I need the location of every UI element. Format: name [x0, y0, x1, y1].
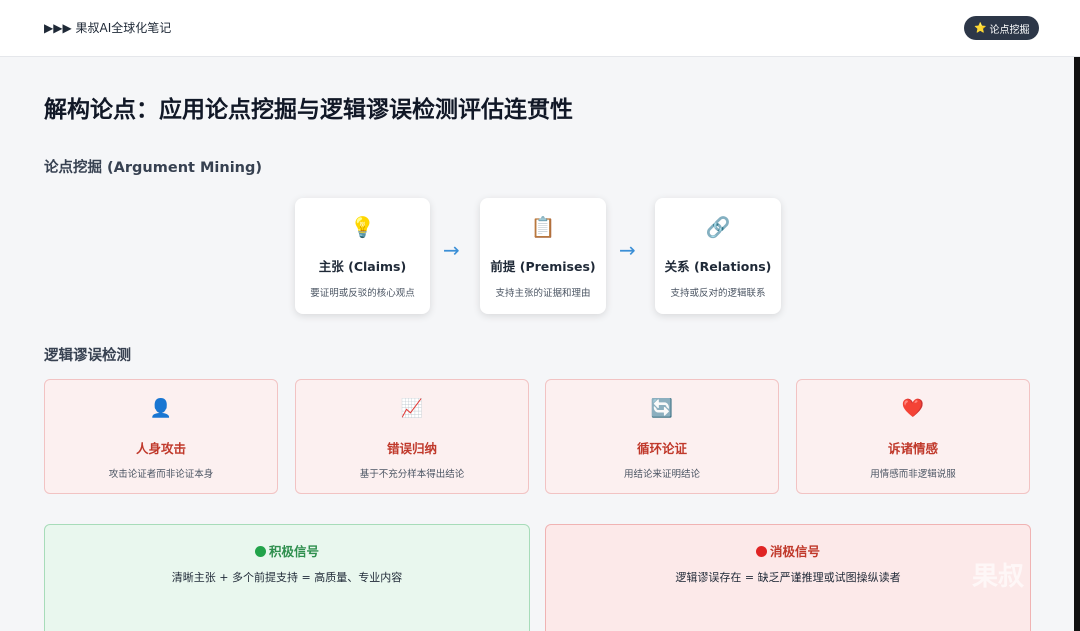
brand-title: ▶▶▶ 果叔AI全球化笔记 [44, 21, 172, 35]
heart-icon: ❤️ [901, 398, 925, 419]
argument-mining-pill-button[interactable]: ⭐ 论点挖掘 [964, 16, 1040, 40]
fallacy-card-ad-hominem: 👤 人身攻击 攻击论证者而非论证本身 [44, 379, 278, 494]
negative-signal-card: 消极信号 逻辑谬误存在 = 缺乏严谨推理或试图操纵读者 [545, 524, 1031, 631]
claims-card: 💡 主张 (Claims) 要证明或反驳的核心观点 [295, 198, 430, 314]
watermark: 果叔 [972, 562, 1025, 592]
fallacy-card-appeal-to-emotion: ❤️ 诉诸情感 用情感而非逻辑说服 [796, 379, 1030, 494]
arrow-right-icon: → [443, 238, 460, 262]
negative-signal-label: 消极信号 [769, 544, 820, 559]
negative-signal-text: 逻辑谬误存在 = 缺乏严谨推理或试图操纵读者 [675, 571, 901, 584]
pill-label: 论点挖掘 [989, 24, 1030, 36]
chart-up-icon: 📈 [400, 398, 424, 419]
clipboard-icon: 📋 [530, 215, 556, 239]
claims-title: 主张 (Claims) [318, 259, 407, 274]
page-title: 解构论点：应用论点挖掘与逻辑谬误检测评估连贯性 [44, 97, 573, 123]
fallacy-title: 人身攻击 [135, 441, 186, 456]
premises-card: 📋 前提 (Premises) 支持主张的证据和理由 [480, 198, 606, 314]
fallacy-card-hasty-generalization: 📈 错误归纳 基于不充分样本得出结论 [295, 379, 529, 494]
positive-signal-card: 积极信号 清晰主张 + 多个前提支持 = 高质量、专业内容 [44, 524, 530, 631]
premises-desc: 支持主张的证据和理由 [495, 288, 591, 299]
positive-signal-label: 积极信号 [268, 544, 319, 559]
fallacy-title: 诉诸情感 [887, 441, 938, 456]
negative-signal-title: 消极信号 [546, 541, 1030, 560]
star-icon: ⭐ [974, 22, 987, 34]
fallacy-card-circular-reasoning: 🔄 循环论证 用结论来证明结论 [545, 379, 779, 494]
fallacy-desc: 攻击论证者而非论证本身 [108, 469, 214, 480]
person-icon: 👤 [149, 398, 173, 419]
fallacy-title: 错误归纳 [386, 441, 437, 456]
fallacy-desc: 基于不充分样本得出结论 [359, 469, 465, 480]
positive-signal-title: 积极信号 [45, 541, 529, 560]
cycle-icon: 🔄 [650, 398, 674, 419]
main-content: 解构论点：应用论点挖掘与逻辑谬误检测评估连贯性 论点挖掘 (Argument M… [0, 57, 1074, 631]
link-icon: 🔗 [705, 215, 731, 239]
fallacy-title: 循环论证 [636, 441, 687, 456]
argument-mining-section-title: 论点挖掘 (Argument Mining) [44, 160, 263, 176]
top-bar: ▶▶▶ 果叔AI全球化笔记 ⭐ 论点挖掘 [0, 0, 1080, 57]
relations-card: 🔗 关系 (Relations) 支持或反对的逻辑联系 [655, 198, 781, 314]
relations-desc: 支持或反对的逻辑联系 [670, 288, 766, 299]
fallacy-desc: 用情感而非逻辑说服 [870, 469, 956, 480]
green-dot-icon [254, 546, 266, 557]
positive-signal-text: 清晰主张 + 多个前提支持 = 高质量、专业内容 [171, 571, 403, 584]
fallacy-desc: 用结论来证明结论 [623, 469, 700, 480]
premises-title: 前提 (Premises) [490, 259, 596, 274]
scrollbar[interactable] [1074, 57, 1080, 631]
lightbulb-icon: 💡 [350, 215, 375, 239]
relations-title: 关系 (Relations) [664, 259, 772, 274]
fallacy-section-title: 逻辑谬误检测 [44, 348, 131, 364]
arrow-right-icon: → [619, 238, 636, 262]
red-dot-icon [755, 546, 767, 557]
claims-desc: 要证明或反驳的核心观点 [310, 288, 415, 299]
